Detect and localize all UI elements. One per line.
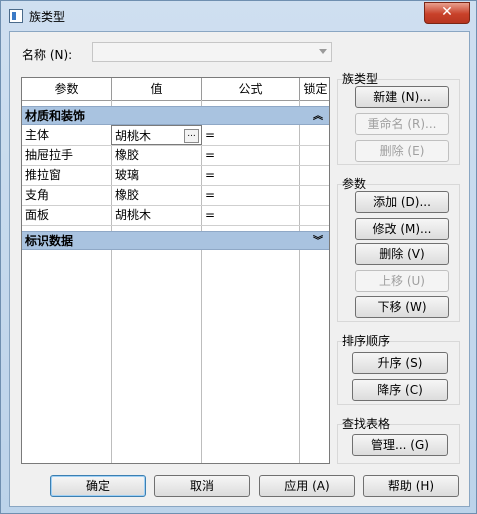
browse-button[interactable]: ...: [184, 129, 199, 143]
group-title: 标识数据: [25, 234, 74, 248]
help-button[interactable]: 帮助 (H): [363, 475, 459, 497]
param-name: 支角: [25, 188, 50, 202]
group-identity-data[interactable]: 标识数据 ︾: [22, 231, 329, 250]
formula-cell[interactable]: =: [202, 145, 300, 165]
value-cell[interactable]: 胡桃木 ...: [111, 125, 202, 145]
app-icon: [9, 9, 23, 23]
dialog-client: 名称 (N): 参数 值 公式 锁定 材质和装饰 ︽ 主体 胡桃木 ... = …: [9, 31, 470, 507]
group-title: 材质和装饰: [25, 109, 86, 123]
expand-icon[interactable]: ︾: [313, 232, 323, 251]
delete-type-button[interactable]: 删除 (E): [355, 140, 449, 162]
sort-order-title: 排序顺序: [342, 334, 391, 348]
param-name: 面板: [25, 208, 50, 222]
formula-cell[interactable]: =: [202, 185, 300, 205]
header-formula[interactable]: 公式: [202, 78, 300, 100]
ok-button[interactable]: 确定: [50, 475, 146, 497]
header-param[interactable]: 参数: [22, 78, 112, 100]
sort-descending-button[interactable]: 降序 (C): [352, 379, 448, 401]
header-lock[interactable]: 锁定: [300, 78, 329, 100]
value-cell[interactable]: 橡胶: [112, 145, 201, 165]
window-title: 族类型: [29, 10, 66, 24]
header-value[interactable]: 值: [112, 78, 202, 100]
new-type-button[interactable]: 新建 (N)...: [355, 86, 449, 108]
table-row[interactable]: 推拉窗 玻璃 =: [22, 165, 329, 186]
formula-cell[interactable]: =: [202, 125, 300, 145]
rename-type-button[interactable]: 重命名 (R)...: [355, 113, 449, 135]
titlebar[interactable]: 族类型 ✕: [1, 1, 477, 31]
value-cell[interactable]: 橡胶: [112, 185, 201, 205]
dialog-window: 族类型 ✕ 名称 (N): 参数 值 公式 锁定 材质和装饰 ︽ 主体 胡桃木 …: [0, 0, 477, 514]
table-row[interactable]: 面板 胡桃木 =: [22, 205, 329, 226]
parameters-title: 参数: [342, 177, 367, 191]
table-row[interactable]: 主体 胡桃木 ... =: [22, 125, 329, 146]
name-combobox[interactable]: [92, 42, 332, 62]
param-name: 主体: [25, 128, 50, 142]
lookup-tables-title: 查找表格: [342, 417, 391, 431]
value-cell[interactable]: 玻璃: [112, 165, 201, 185]
add-parameter-button[interactable]: 添加 (D)...: [355, 191, 449, 213]
name-label: 名称 (N):: [22, 48, 73, 62]
family-types-title: 族类型: [342, 72, 379, 86]
value-cell[interactable]: 胡桃木: [112, 205, 201, 225]
collapse-icon[interactable]: ︽: [313, 107, 323, 126]
group-materials[interactable]: 材质和装饰 ︽: [22, 106, 329, 125]
grid-header: 参数 值 公式 锁定: [22, 78, 329, 101]
param-name: 抽屉拉手: [25, 148, 74, 162]
formula-cell[interactable]: =: [202, 165, 300, 185]
manage-lookup-button[interactable]: 管理... (G): [352, 434, 448, 456]
move-down-button[interactable]: 下移 (W): [355, 296, 449, 318]
parameters-grid[interactable]: 参数 值 公式 锁定 材质和装饰 ︽ 主体 胡桃木 ... = 抽屉拉手 橡胶 …: [21, 77, 330, 464]
cancel-button[interactable]: 取消: [154, 475, 250, 497]
formula-cell[interactable]: =: [202, 205, 300, 225]
chevron-down-icon[interactable]: [319, 49, 327, 54]
table-row[interactable]: 支角 橡胶 =: [22, 185, 329, 206]
apply-button[interactable]: 应用 (A): [259, 475, 355, 497]
param-name: 推拉窗: [25, 168, 62, 182]
move-up-button[interactable]: 上移 (U): [355, 270, 449, 292]
delete-parameter-button[interactable]: 删除 (V): [355, 243, 449, 265]
modify-parameter-button[interactable]: 修改 (M)...: [355, 218, 449, 240]
sort-ascending-button[interactable]: 升序 (S): [352, 352, 448, 374]
close-button[interactable]: ✕: [424, 2, 470, 24]
value-text: 胡桃木: [115, 129, 152, 143]
table-row[interactable]: 抽屉拉手 橡胶 =: [22, 145, 329, 166]
